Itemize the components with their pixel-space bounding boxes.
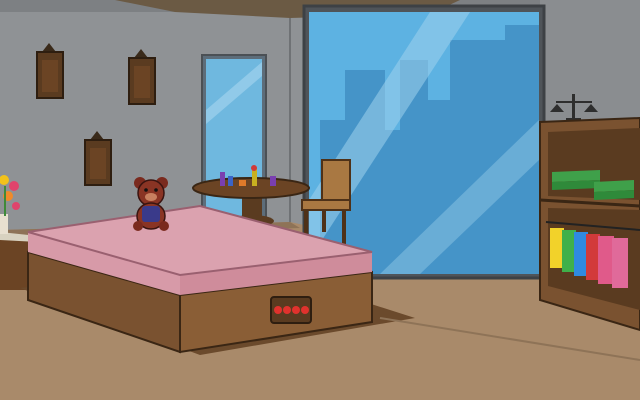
code-button-3[interactable] <box>292 306 300 314</box>
code-button-1[interactable] <box>274 306 282 314</box>
code-button-4[interactable] <box>301 306 309 314</box>
big-window[interactable] <box>302 4 546 280</box>
wall-lamp-3[interactable] <box>84 131 112 186</box>
room-scene <box>0 0 640 400</box>
code-button-2[interactable] <box>283 306 291 314</box>
bookshelf[interactable] <box>539 116 640 332</box>
wall-lamp-2[interactable] <box>128 49 156 105</box>
bed-code-panel[interactable] <box>270 296 312 324</box>
wall-lamp-1[interactable] <box>36 43 64 99</box>
room-canvas <box>0 0 640 400</box>
